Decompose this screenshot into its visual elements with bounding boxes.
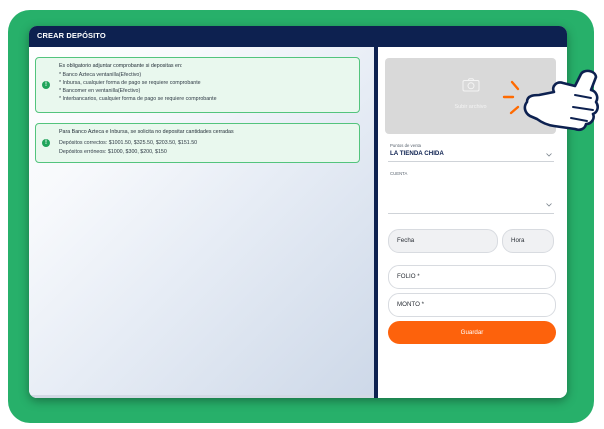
date-field[interactable]: Fecha — [388, 229, 498, 253]
info-panel: ! Es obligatorio adjuntar comprobante si… — [29, 47, 374, 398]
alert-line: Para Banco Azteca e Inbursa, se solicita… — [59, 129, 234, 135]
sales-point-label: Puntos de venta — [390, 143, 422, 148]
sales-point-value: LA TIENDA CHIDA — [390, 150, 444, 157]
alert-line: Depósitos correctos: $1001.50, $325.50, … — [59, 140, 198, 146]
alert-line: * Banco Azteca ventanilla(Efectivo) — [59, 72, 142, 78]
account-label: CUENTA — [390, 171, 408, 176]
chevron-down-icon — [546, 153, 552, 157]
required-receipt-alert: ! Es obligatorio adjuntar comprobante si… — [35, 57, 360, 113]
panel-bottom-bar — [29, 395, 374, 398]
info-icon: ! — [42, 81, 50, 89]
time-placeholder: Hora — [511, 237, 525, 244]
rounded-amount-alert: ! Para Banco Azteca e Inbursa, se solici… — [35, 123, 360, 163]
folio-field[interactable]: FOLIO * — [388, 265, 556, 289]
create-deposit-window: CREAR DEPÓSITO ! Es obligatorio adjuntar… — [29, 26, 567, 398]
camera-icon — [462, 78, 480, 92]
amount-placeholder: MONTO * — [397, 301, 425, 308]
alert-line: Depósitos erróneos: $1000, $300, $200, $… — [59, 149, 167, 155]
info-icon: ! — [42, 139, 50, 147]
time-field[interactable]: Hora — [502, 229, 554, 253]
window-title: CREAR DEPÓSITO — [37, 31, 106, 40]
window-titlebar: CREAR DEPÓSITO — [29, 26, 567, 47]
chevron-down-icon — [546, 203, 552, 207]
alert-line: * Interbancarios, cualquier forma de pag… — [59, 96, 217, 102]
alert-line: Es obligatorio adjuntar comprobante si d… — [59, 63, 183, 69]
amount-field[interactable]: MONTO * — [388, 293, 556, 317]
pointing-hand-icon — [502, 69, 599, 132]
date-placeholder: Fecha — [397, 237, 415, 244]
folio-placeholder: FOLIO * — [397, 273, 420, 280]
save-button[interactable]: Guardar — [388, 321, 556, 344]
account-select[interactable]: CUENTA — [388, 170, 554, 214]
sales-point-select[interactable]: Puntos de venta LA TIENDA CHIDA — [388, 143, 554, 162]
alert-line: * Bancomer en ventanilla(Efectivo) — [59, 88, 141, 94]
alert-line: * Inbursa, cualquier forma de pago se re… — [59, 80, 201, 86]
